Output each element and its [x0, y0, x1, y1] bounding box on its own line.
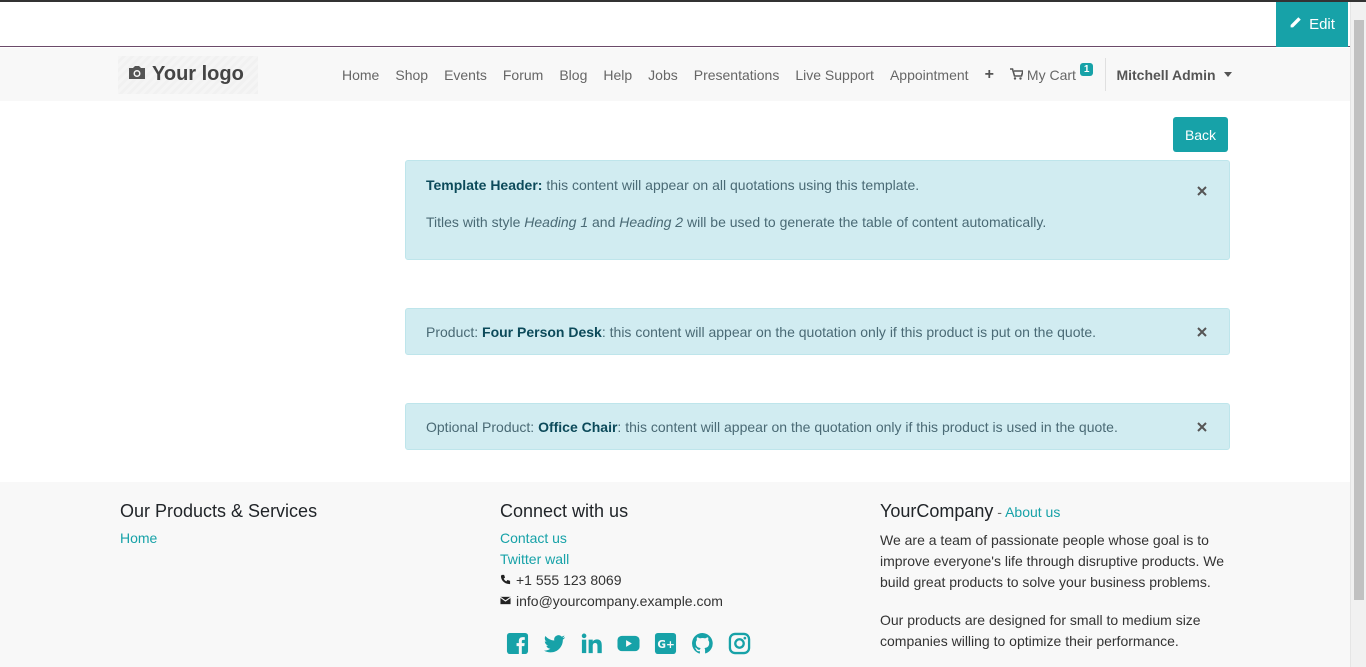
about-separator: -	[993, 504, 1006, 520]
cart-count-badge: 1	[1079, 63, 1094, 76]
template-header-hint: Titles with style Heading 1 and Heading …	[426, 214, 1046, 230]
template-header-title: Template Header:	[426, 177, 543, 193]
about-us-link[interactable]: About us	[1005, 504, 1060, 520]
camera-icon	[128, 63, 146, 86]
optional-product-alert: Optional Product: Office Chair: this con…	[405, 403, 1230, 450]
product-name: Four Person Desk	[482, 324, 602, 340]
close-icon[interactable]	[1197, 326, 1207, 337]
user-menu-dropdown[interactable]: Mitchell Admin	[1108, 67, 1239, 83]
product-alert-line: Product: Four Person Desk: this content …	[426, 324, 1096, 340]
envelope-icon	[500, 591, 511, 612]
hint-heading-2: Heading 2	[619, 214, 684, 230]
site-footer: Our Products & Services Home Connect wit…	[0, 482, 1350, 667]
about-paragraph-1: We are a team of passionate people whose…	[880, 532, 1225, 590]
back-button[interactable]: Back	[1173, 117, 1228, 152]
email-address: info@yourcompany.example.com	[516, 593, 723, 609]
hint-heading-1: Heading 1	[524, 214, 589, 230]
nav-home[interactable]: Home	[334, 67, 387, 83]
contact-us-link[interactable]: Contact us	[500, 528, 751, 549]
close-icon[interactable]	[1197, 421, 1207, 432]
github-icon[interactable]	[691, 632, 714, 655]
optional-product-name: Office Chair	[538, 419, 618, 435]
footer-products-title: Our Products & Services	[120, 501, 318, 521]
phone-number: +1 555 123 8069	[516, 572, 622, 588]
svg-text:G+: G+	[657, 639, 674, 651]
caret-down-icon	[1223, 72, 1232, 77]
youtube-icon[interactable]	[617, 632, 640, 655]
cart-link[interactable]: My Cart 1	[1002, 63, 1102, 83]
footer-about-column: YourCompany - About us We are a team of …	[880, 482, 1235, 652]
instagram-icon[interactable]	[728, 632, 751, 655]
scrollbar-thumb[interactable]	[1354, 20, 1364, 600]
logo-text: Your logo	[152, 63, 244, 85]
nav-events[interactable]: Events	[436, 67, 495, 83]
edit-bar	[0, 2, 1350, 47]
optional-product-prefix: Optional Product:	[426, 419, 539, 435]
google-plus-icon[interactable]: G+	[654, 632, 677, 655]
nav-menu: Home Shop Events Forum Blog Help Jobs Pr…	[334, 48, 1240, 101]
pencil-icon	[1289, 16, 1302, 33]
cart-label: My Cart	[1026, 66, 1076, 83]
twitter-wall-link[interactable]: Twitter wall	[500, 549, 751, 570]
email-line: info@yourcompany.example.com	[500, 591, 751, 612]
add-page-plus-icon[interactable]: +	[977, 66, 1002, 84]
social-icons-row: G+	[506, 632, 751, 655]
footer-products-column: Our Products & Services Home	[120, 482, 317, 549]
twitter-icon[interactable]	[543, 632, 566, 655]
product-text: : this content will appear on the quotat…	[601, 324, 1097, 340]
template-header-alert: Template Header: this content will appea…	[405, 160, 1230, 260]
main-navbar: Your logo Home Shop Events Forum Blog He…	[0, 48, 1350, 101]
nav-jobs[interactable]: Jobs	[640, 67, 686, 83]
hint-text-post: will be used to generate the table of co…	[683, 214, 1047, 230]
phone-line: +1 555 123 8069	[500, 570, 751, 591]
hint-text-pre: Titles with style	[426, 214, 525, 230]
about-paragraph-2: Our products are designed for small to m…	[880, 612, 1201, 649]
site-logo[interactable]: Your logo	[128, 48, 244, 101]
product-alert: Product: Four Person Desk: this content …	[405, 308, 1230, 355]
nav-appointment[interactable]: Appointment	[882, 67, 977, 83]
footer-about-title: YourCompany - About us	[880, 501, 1235, 523]
product-prefix: Product:	[426, 324, 483, 340]
page-scrollbar[interactable]	[1350, 2, 1366, 667]
template-header-text: this content will appear on all quotatio…	[542, 177, 920, 193]
nav-divider	[1105, 58, 1107, 91]
footer-connect-column: Connect with us Contact us Twitter wall …	[500, 482, 751, 655]
nav-presentations[interactable]: Presentations	[686, 67, 788, 83]
footer-connect-title: Connect with us	[500, 501, 629, 521]
phone-icon	[500, 570, 511, 591]
company-name: YourCompany	[880, 501, 994, 521]
nav-live-support[interactable]: Live Support	[787, 67, 882, 83]
shopping-cart-icon	[1009, 67, 1024, 83]
edit-button[interactable]: Edit	[1276, 2, 1348, 47]
edit-button-label: Edit	[1309, 16, 1335, 33]
nav-help[interactable]: Help	[595, 67, 640, 83]
template-header-line: Template Header: this content will appea…	[426, 177, 919, 193]
nav-shop[interactable]: Shop	[387, 67, 436, 83]
hint-text-mid: and	[588, 214, 620, 230]
footer-home-link[interactable]: Home	[120, 528, 317, 549]
user-name: Mitchell Admin	[1116, 66, 1216, 83]
optional-product-text: : this content will appear on the quotat…	[617, 419, 1118, 435]
nav-forum[interactable]: Forum	[495, 67, 551, 83]
optional-product-alert-line: Optional Product: Office Chair: this con…	[426, 419, 1118, 435]
close-icon[interactable]	[1197, 186, 1207, 196]
nav-blog[interactable]: Blog	[551, 67, 595, 83]
facebook-icon[interactable]	[506, 632, 529, 655]
linkedin-icon[interactable]	[580, 632, 603, 655]
